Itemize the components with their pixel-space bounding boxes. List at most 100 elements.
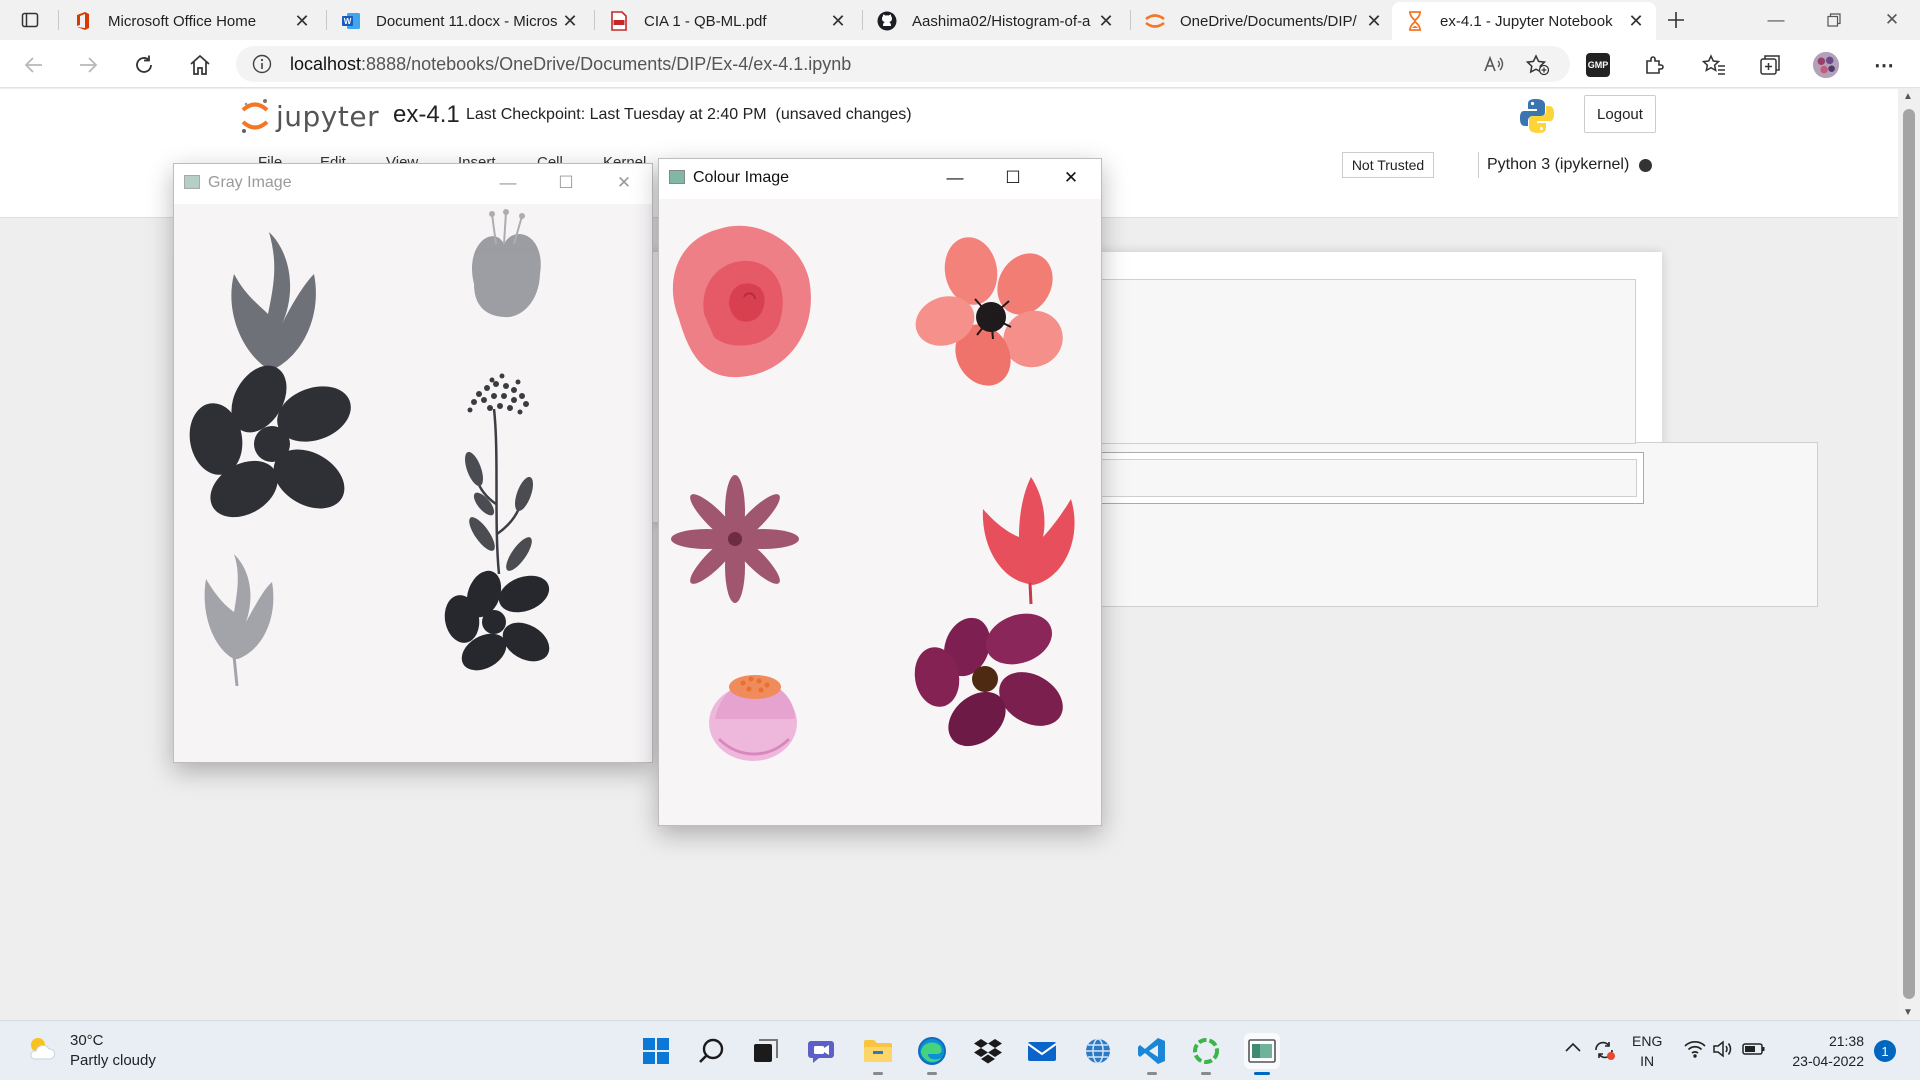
opencv-window-button[interactable] xyxy=(1244,1033,1280,1075)
tab-pdf[interactable]: CIA 1 - QB-ML.pdf ✕ xyxy=(596,2,858,40)
github-icon xyxy=(876,10,898,32)
weather-widget[interactable]: 30°C Partly cloudy xyxy=(26,1031,156,1071)
close-icon[interactable]: ✕ xyxy=(828,11,848,31)
minimize-icon[interactable]: — xyxy=(941,166,969,190)
wifi-icon[interactable] xyxy=(1684,1039,1706,1063)
read-aloud-icon[interactable] xyxy=(1480,51,1508,79)
page-scrollbar[interactable]: ▲ ▼ xyxy=(1898,89,1920,1020)
refresh-icon[interactable] xyxy=(130,51,158,79)
tab-word-document[interactable]: W Document 11.docx - Micros ✕ xyxy=(328,2,590,40)
svg-text:W: W xyxy=(344,17,352,26)
weather-condition: Partly cloudy xyxy=(70,1052,156,1069)
logout-button[interactable]: Logout xyxy=(1584,95,1656,133)
scroll-down-icon[interactable]: ▼ xyxy=(1903,1007,1913,1018)
close-window-icon[interactable]: ✕ xyxy=(1878,6,1906,34)
add-favorite-icon[interactable] xyxy=(1524,51,1552,79)
volume-icon[interactable] xyxy=(1712,1039,1734,1063)
kernel-busy-icon xyxy=(1639,158,1653,172)
close-icon[interactable]: ✕ xyxy=(560,11,580,31)
colour-window-titlebar[interactable]: Colour Image — ☐ ✕ xyxy=(659,159,1101,197)
start-button[interactable] xyxy=(638,1033,674,1069)
jupyter-logo[interactable]: jupyter xyxy=(240,97,379,135)
network-globe-button[interactable] xyxy=(1080,1033,1116,1069)
maximize-icon[interactable]: ☐ xyxy=(552,171,580,195)
code-input-area[interactable] xyxy=(1097,459,1637,497)
maximize-icon[interactable]: ☐ xyxy=(999,166,1027,190)
close-icon[interactable]: ✕ xyxy=(292,11,312,31)
close-icon[interactable]: ✕ xyxy=(1626,11,1646,31)
dropbox-icon xyxy=(974,1039,1002,1064)
file-explorer-button[interactable] xyxy=(860,1033,896,1075)
tab-office-home[interactable]: Microsoft Office Home ✕ xyxy=(60,2,322,40)
tab-github[interactable]: Aashima02/Histogram-of-a ✕ xyxy=(864,2,1126,40)
new-tab-icon[interactable] xyxy=(1664,8,1688,32)
colour-image-canvas xyxy=(659,199,1101,825)
gray-image-canvas xyxy=(174,204,652,762)
browser-toolbar: localhost:8888/notebooks/OneDrive/Docume… xyxy=(0,40,1920,88)
notification-badge[interactable]: 1 xyxy=(1874,1040,1896,1062)
gray-image-window[interactable]: Gray Image — ☐ ✕ xyxy=(173,163,653,763)
vscode-button[interactable] xyxy=(1134,1033,1170,1075)
restore-icon[interactable] xyxy=(1820,6,1848,34)
mail-button[interactable] xyxy=(1024,1033,1060,1069)
profile-avatar-icon[interactable] xyxy=(1812,51,1840,79)
back-icon[interactable] xyxy=(20,51,48,79)
dropbox-button[interactable] xyxy=(970,1033,1006,1069)
more-icon[interactable]: ⋯ xyxy=(1870,51,1898,79)
battery-icon[interactable] xyxy=(1742,1039,1766,1063)
mail-icon xyxy=(1027,1042,1057,1061)
gray-window-title: Gray Image xyxy=(208,174,292,191)
not-trusted-button[interactable]: Not Trusted xyxy=(1342,152,1434,178)
colour-image-window[interactable]: Colour Image — ☐ ✕ xyxy=(658,158,1102,826)
edge-browser-button[interactable] xyxy=(914,1033,950,1075)
colour-flowers-image xyxy=(671,225,1075,761)
scroll-up-icon[interactable]: ▲ xyxy=(1903,91,1913,102)
tab-onedrive-folder[interactable]: OneDrive/Documents/DIP/ ✕ xyxy=(1132,2,1394,40)
window-app-icon xyxy=(669,170,685,184)
collections-icon[interactable] xyxy=(1756,51,1784,79)
task-view-icon xyxy=(754,1039,778,1062)
close-icon[interactable]: ✕ xyxy=(1057,166,1085,190)
minimize-icon[interactable]: — xyxy=(1762,6,1790,34)
scrollbar-thumb[interactable] xyxy=(1903,109,1915,999)
kernel-indicator: Python 3 (ipykernel) xyxy=(1478,152,1653,178)
close-icon[interactable]: ✕ xyxy=(610,171,638,195)
show-hidden-icons-icon[interactable] xyxy=(1564,1039,1582,1061)
window-app-icon xyxy=(184,175,200,189)
checkpoint-status: Last Checkpoint: Last Tuesday at 2:40 PM… xyxy=(466,106,912,123)
colour-window-title: Colour Image xyxy=(693,169,790,186)
input-language[interactable]: ENG IN xyxy=(1632,1031,1662,1071)
hourglass-icon xyxy=(1404,10,1426,32)
system-clock[interactable]: 21:38 23-04-2022 xyxy=(1784,1031,1864,1071)
image-window-icon xyxy=(1248,1039,1276,1063)
partly-cloudy-icon xyxy=(26,1035,56,1067)
loading-app-button[interactable] xyxy=(1188,1033,1224,1075)
home-icon[interactable] xyxy=(186,51,214,79)
sync-icon[interactable] xyxy=(1592,1039,1616,1065)
close-icon[interactable]: ✕ xyxy=(1364,11,1384,31)
gmp-extension-icon[interactable]: GMP xyxy=(1584,51,1612,79)
minimize-icon[interactable]: — xyxy=(494,171,522,195)
search-button[interactable] xyxy=(694,1033,730,1069)
tab-actions-icon[interactable] xyxy=(18,8,42,32)
taskbar: 30°C Partly cloudy ENG IN 21:38 23-04-20… xyxy=(0,1020,1920,1080)
gray-window-titlebar[interactable]: Gray Image — ☐ ✕ xyxy=(174,164,652,202)
notebook-name[interactable]: ex-4.1 xyxy=(393,101,460,129)
globe-icon xyxy=(1086,1038,1110,1064)
extensions-icon[interactable] xyxy=(1640,51,1668,79)
teams-chat-button[interactable] xyxy=(804,1033,840,1069)
close-icon[interactable]: ✕ xyxy=(1096,11,1116,31)
forward-icon[interactable] xyxy=(74,51,102,79)
code-cell[interactable] xyxy=(1096,452,1644,504)
gray-flowers-image xyxy=(189,209,550,687)
address-bar[interactable]: localhost:8888/notebooks/OneDrive/Docume… xyxy=(236,46,1570,82)
task-view-button[interactable] xyxy=(748,1033,784,1069)
favorites-icon[interactable] xyxy=(1700,51,1728,79)
site-info-icon[interactable] xyxy=(252,54,272,74)
jupyter-icon xyxy=(1144,10,1166,32)
jupyter-header: jupyter ex-4.1 Last Checkpoint: Last Tue… xyxy=(0,89,1898,144)
jupyter-logo-icon xyxy=(241,99,269,133)
temperature: 30°C xyxy=(70,1032,104,1049)
office-icon xyxy=(72,10,94,32)
tab-jupyter-notebook[interactable]: ex-4.1 - Jupyter Notebook ✕ xyxy=(1392,2,1656,40)
